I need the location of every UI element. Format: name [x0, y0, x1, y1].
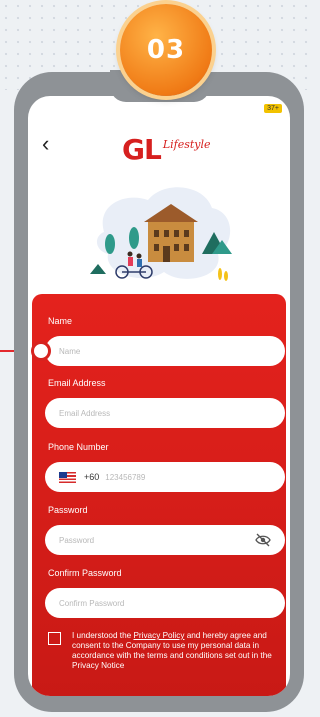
name-input[interactable]: Name	[45, 336, 285, 366]
logo-sub-text: Lifestyle	[162, 138, 211, 151]
country-code: +60	[84, 472, 100, 482]
app-screen: 37+ ‹ GL Lifestyle Name Name Email Addre…	[28, 96, 290, 696]
step-number: 03	[146, 35, 186, 65]
password-label: Password	[48, 505, 88, 515]
password-input[interactable]: Password	[45, 525, 285, 555]
registration-form: Name Name Email Address Email Address Ph…	[32, 294, 286, 696]
phone-label: Phone Number	[48, 442, 109, 452]
eye-off-icon[interactable]	[255, 533, 271, 547]
confirm-password-input[interactable]: Confirm Password	[45, 588, 285, 618]
phone-input[interactable]: +60 123456789	[45, 462, 285, 492]
name-placeholder: Name	[59, 346, 81, 356]
password-placeholder: Password	[59, 535, 95, 545]
step-badge: 03	[120, 4, 212, 96]
phone-frame: 37+ ‹ GL Lifestyle Name Name Email Addre…	[14, 70, 304, 712]
logo-main-text: GL	[122, 133, 162, 166]
email-input[interactable]: Email Address	[45, 398, 285, 428]
malaysia-flag-icon[interactable]	[59, 471, 76, 483]
consent-checkbox[interactable]	[48, 632, 61, 645]
consent-text: I understood the Privacy Policy and here…	[72, 631, 276, 671]
callout-dot	[31, 341, 51, 361]
back-button[interactable]: ‹	[42, 131, 50, 156]
phone-placeholder: 123456789	[105, 472, 146, 482]
confirm-password-placeholder: Confirm Password	[59, 598, 125, 608]
lifestyle-illustration	[90, 187, 232, 281]
privacy-policy-link[interactable]: Privacy Policy	[133, 631, 184, 640]
chevron-left-icon: ‹	[42, 131, 50, 156]
confirm-password-label: Confirm Password	[48, 568, 122, 578]
email-placeholder: Email Address	[59, 408, 111, 418]
consent-prefix: I understood the	[72, 631, 134, 640]
name-label: Name	[48, 316, 73, 326]
email-label: Email Address	[48, 378, 106, 388]
app-logo: GL Lifestyle	[122, 136, 211, 164]
status-indicator: 37+	[264, 104, 282, 113]
